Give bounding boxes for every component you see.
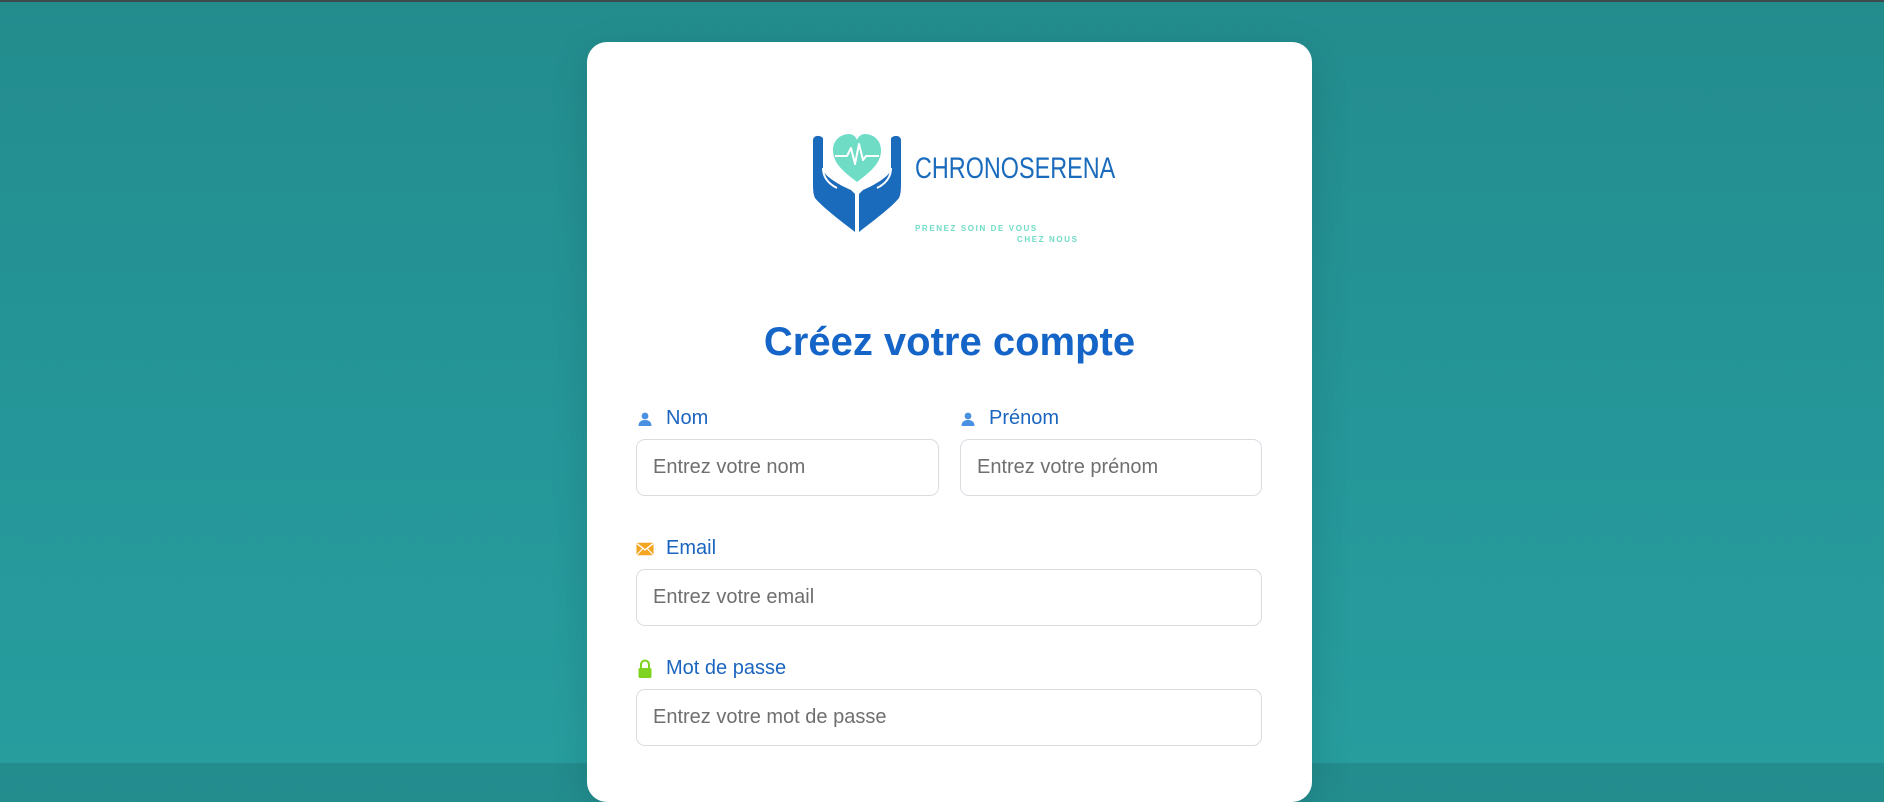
brand-tagline-line1: PRENEZ SOIN DE VOUS bbox=[915, 224, 1038, 233]
user-icon bbox=[959, 410, 977, 428]
nom-label-text: Nom bbox=[666, 407, 709, 429]
nom-label: Nom bbox=[636, 407, 708, 430]
password-label-text: Mot de passe bbox=[666, 657, 787, 679]
hands-heart-icon bbox=[813, 134, 901, 232]
email-label-text: Email bbox=[666, 537, 717, 559]
email-input[interactable] bbox=[636, 569, 1262, 626]
envelope-icon bbox=[636, 540, 654, 558]
lock-icon bbox=[636, 658, 654, 678]
brand-tagline-line2: CHEZ NOUS bbox=[1017, 235, 1079, 244]
window-top-border bbox=[0, 0, 1884, 2]
password-label: Mot de passe bbox=[636, 657, 786, 680]
password-input[interactable] bbox=[636, 689, 1262, 746]
nom-input[interactable] bbox=[636, 439, 939, 496]
prenom-label: Prénom bbox=[959, 407, 1059, 430]
prenom-input[interactable] bbox=[960, 439, 1262, 496]
email-label: Email bbox=[636, 537, 716, 560]
prenom-label-text: Prénom bbox=[989, 407, 1060, 429]
brand-logo: CHRONOSERENA PRENEZ SOIN DE VOUS CHEZ NO… bbox=[811, 132, 1115, 244]
brand-name: CHRONOSERENA bbox=[915, 152, 1116, 185]
signup-card: CHRONOSERENA PRENEZ SOIN DE VOUS CHEZ NO… bbox=[587, 42, 1312, 802]
user-icon bbox=[636, 410, 654, 428]
page-title: Créez votre compte bbox=[763, 320, 1136, 364]
